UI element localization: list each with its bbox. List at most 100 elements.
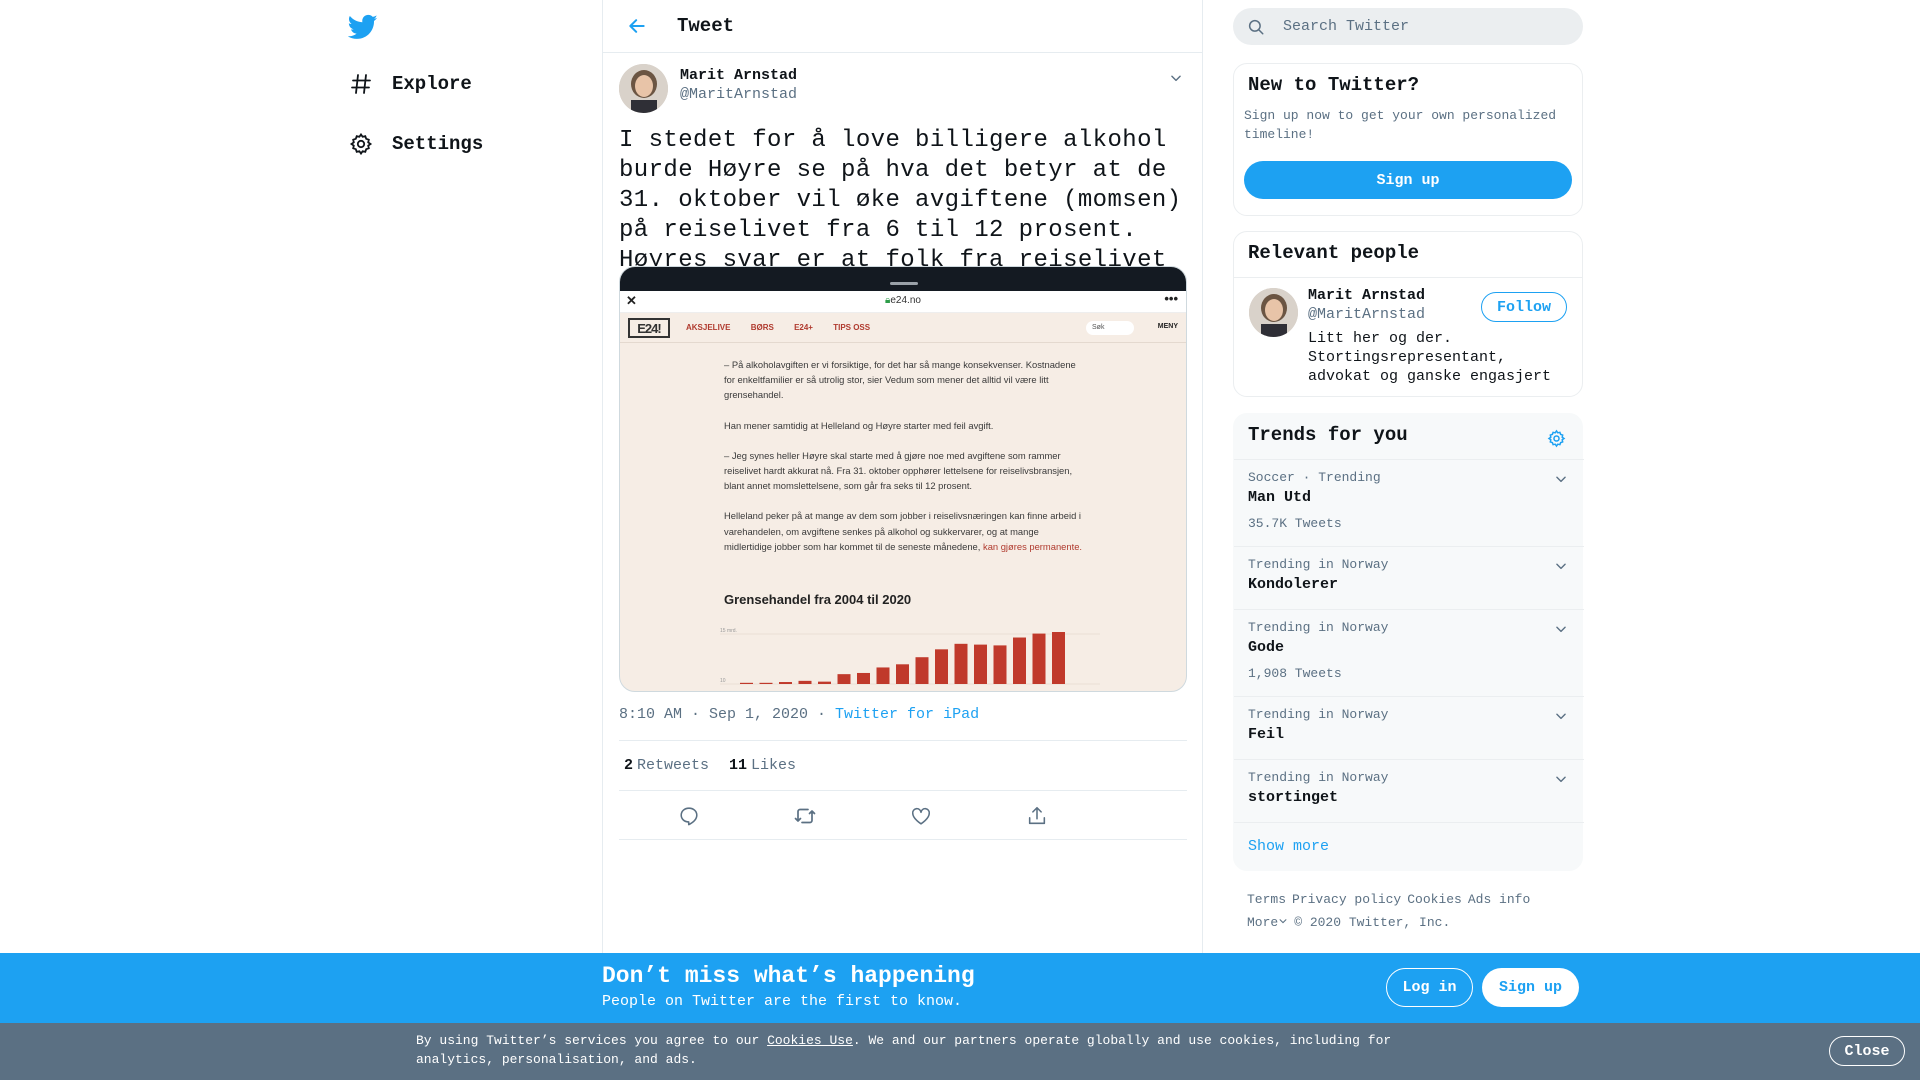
search-icon: [1247, 18, 1265, 41]
author-handle[interactable]: @MaritArnstad: [680, 86, 797, 103]
new-to-twitter-card: New to Twitter? Sign up now to get your …: [1233, 63, 1583, 216]
home-indicator: [890, 282, 918, 285]
signup-banner: Don’t miss what’s happening People on Tw…: [0, 953, 1920, 1023]
tweet-actions: [619, 791, 1187, 840]
browser-url-text: e24.no: [890, 295, 921, 306]
tweet-meta: 8:10 AM · Sep 1, 2020 · Twitter for iPad: [619, 706, 979, 723]
site-nav-link: TIPS OSS: [833, 323, 871, 332]
trend-context: Trending in Norway: [1248, 557, 1389, 572]
footer-privacy-link[interactable]: Privacy policy: [1292, 892, 1401, 907]
sidebar-signup-button[interactable]: Sign up: [1244, 161, 1572, 199]
page-title: Tweet: [677, 15, 735, 37]
chevron-down-icon[interactable]: [1552, 770, 1570, 788]
likes-label: Likes: [751, 757, 797, 774]
retweets-count: 2: [624, 757, 634, 774]
retweets-label: Retweets: [637, 757, 710, 774]
chart-bar: [779, 682, 792, 684]
tweet-timestamp[interactable]: 8:10 AM · Sep 1, 2020: [619, 706, 808, 723]
tweet-source-link[interactable]: Twitter for iPad: [835, 706, 979, 723]
site-search: Søk: [1086, 321, 1134, 335]
chart-bar: [1052, 632, 1065, 684]
relevant-person-handle[interactable]: @MaritArnstad: [1308, 306, 1425, 323]
share-icon: [1028, 806, 1046, 825]
signup-button[interactable]: Sign up: [1482, 968, 1579, 1007]
article-paragraph: – På alkoholavgiften er vi forsiktige, f…: [724, 359, 1076, 401]
bar-chart: 15 mrd. 10: [720, 628, 1100, 685]
footer-ads-link[interactable]: Ads info: [1468, 892, 1530, 907]
browser-more-icon: •••: [1164, 291, 1178, 306]
gear-icon: [348, 131, 374, 157]
retweets-stat[interactable]: 2 Retweets: [624, 757, 709, 774]
cookie-text: By using Twitter’s services you agree to…: [416, 1031, 1416, 1069]
avatar[interactable]: [1249, 288, 1298, 337]
chart-bar: [915, 657, 929, 684]
chart-bar: [818, 681, 831, 684]
login-button[interactable]: Log in: [1386, 968, 1473, 1007]
chart-bar: [1013, 637, 1026, 684]
chart-bar: [954, 643, 968, 684]
chevron-down-icon[interactable]: [1552, 557, 1570, 575]
site-nav-links: AKSJELIVE BØRS E24+ TIPS OSS: [686, 323, 888, 332]
twitter-logo-icon[interactable]: [347, 12, 378, 42]
trend-item[interactable]: Trending in Norway stortinget: [1234, 759, 1584, 822]
tweet-menu-button[interactable]: [1165, 67, 1187, 89]
chevron-down-icon[interactable]: [1552, 707, 1570, 725]
trend-name: Kondolerer: [1248, 576, 1339, 593]
back-button[interactable]: [620, 9, 654, 43]
y-tick-label: 15 mrd.: [720, 628, 737, 634]
new-card-title: New to Twitter?: [1248, 74, 1420, 96]
site-nav: E24! AKSJELIVE BØRS E24+ TIPS OSS Søk ME…: [620, 313, 1186, 343]
footer-terms-link[interactable]: Terms: [1247, 892, 1286, 907]
banner-subtitle: People on Twitter are the first to know.: [602, 993, 963, 1010]
cookie-close-button[interactable]: Close: [1829, 1036, 1905, 1066]
trends-settings-button[interactable]: [1544, 426, 1568, 450]
nav-explore[interactable]: Explore: [348, 64, 472, 104]
footer-cookies-link[interactable]: Cookies: [1407, 892, 1462, 907]
show-more-link[interactable]: Show more: [1234, 822, 1584, 870]
article-link: kan gjøres permanente.: [983, 540, 1083, 552]
site-nav-link: E24+: [794, 323, 813, 332]
search-bar[interactable]: [1233, 8, 1583, 45]
footer-more-link[interactable]: More: [1247, 915, 1288, 930]
trend-item[interactable]: Soccer · Trending Man Utd 35.7K Tweets: [1234, 459, 1584, 546]
tweet-stats: 2 Retweets 11 Likes: [619, 740, 1187, 791]
trend-name: Gode: [1248, 639, 1285, 656]
hashtag-icon: [348, 71, 374, 97]
chart-bar: [935, 649, 948, 684]
chevron-down-icon[interactable]: [1552, 620, 1570, 638]
site-nav-link: AKSJELIVE: [686, 323, 731, 332]
browser-bar: ✕ 🔒︎e24.no •••: [620, 291, 1186, 313]
chart-bar: [896, 664, 909, 684]
likes-count: 11: [729, 757, 748, 774]
heart-icon: [911, 807, 931, 825]
trends-card: Trends for you Soccer · Trending Man Utd…: [1233, 413, 1584, 871]
browser-url: 🔒︎e24.no: [885, 295, 921, 306]
cookie-text-before: By using Twitter’s services you agree to…: [416, 1033, 768, 1048]
likes-stat[interactable]: 11 Likes: [729, 757, 796, 774]
avatar[interactable]: [619, 64, 668, 113]
reply-button[interactable]: [676, 803, 702, 829]
nav-settings-label: Settings: [392, 133, 484, 155]
search-input[interactable]: [1283, 8, 1563, 45]
chevron-down-icon[interactable]: [1552, 470, 1570, 488]
author-name[interactable]: Marit Arnstad: [680, 67, 797, 84]
new-card-text: Sign up now to get your own personalized…: [1244, 108, 1557, 142]
trend-item[interactable]: Trending in Norway Feil: [1234, 696, 1584, 759]
tweet-media-image[interactable]: ✕ 🔒︎e24.no ••• E24! AKSJELIVE BØRS E24+ …: [619, 266, 1187, 692]
relevant-person-name[interactable]: Marit Arnstad: [1308, 287, 1425, 304]
meta-separator: ·: [808, 706, 836, 723]
reply-icon: [680, 807, 698, 826]
trend-item[interactable]: Trending in Norway Gode 1,908 Tweets: [1234, 609, 1584, 696]
chart-bar: [857, 672, 870, 684]
like-button[interactable]: [908, 803, 934, 829]
share-button[interactable]: [1024, 803, 1050, 829]
nav-settings[interactable]: Settings: [348, 124, 483, 164]
retweet-button[interactable]: [792, 803, 818, 829]
cookies-use-link[interactable]: Cookies Use: [767, 1033, 853, 1048]
article-paragraph: Helleland peker på at mange av dem som j…: [724, 508, 1084, 554]
chevron-down-icon: [1279, 919, 1287, 924]
follow-button[interactable]: Follow: [1481, 292, 1567, 322]
cookie-banner: By using Twitter’s services you agree to…: [0, 1023, 1920, 1080]
trend-item[interactable]: Trending in Norway Kondolerer: [1234, 546, 1584, 609]
relevant-title: Relevant people: [1248, 242, 1420, 264]
